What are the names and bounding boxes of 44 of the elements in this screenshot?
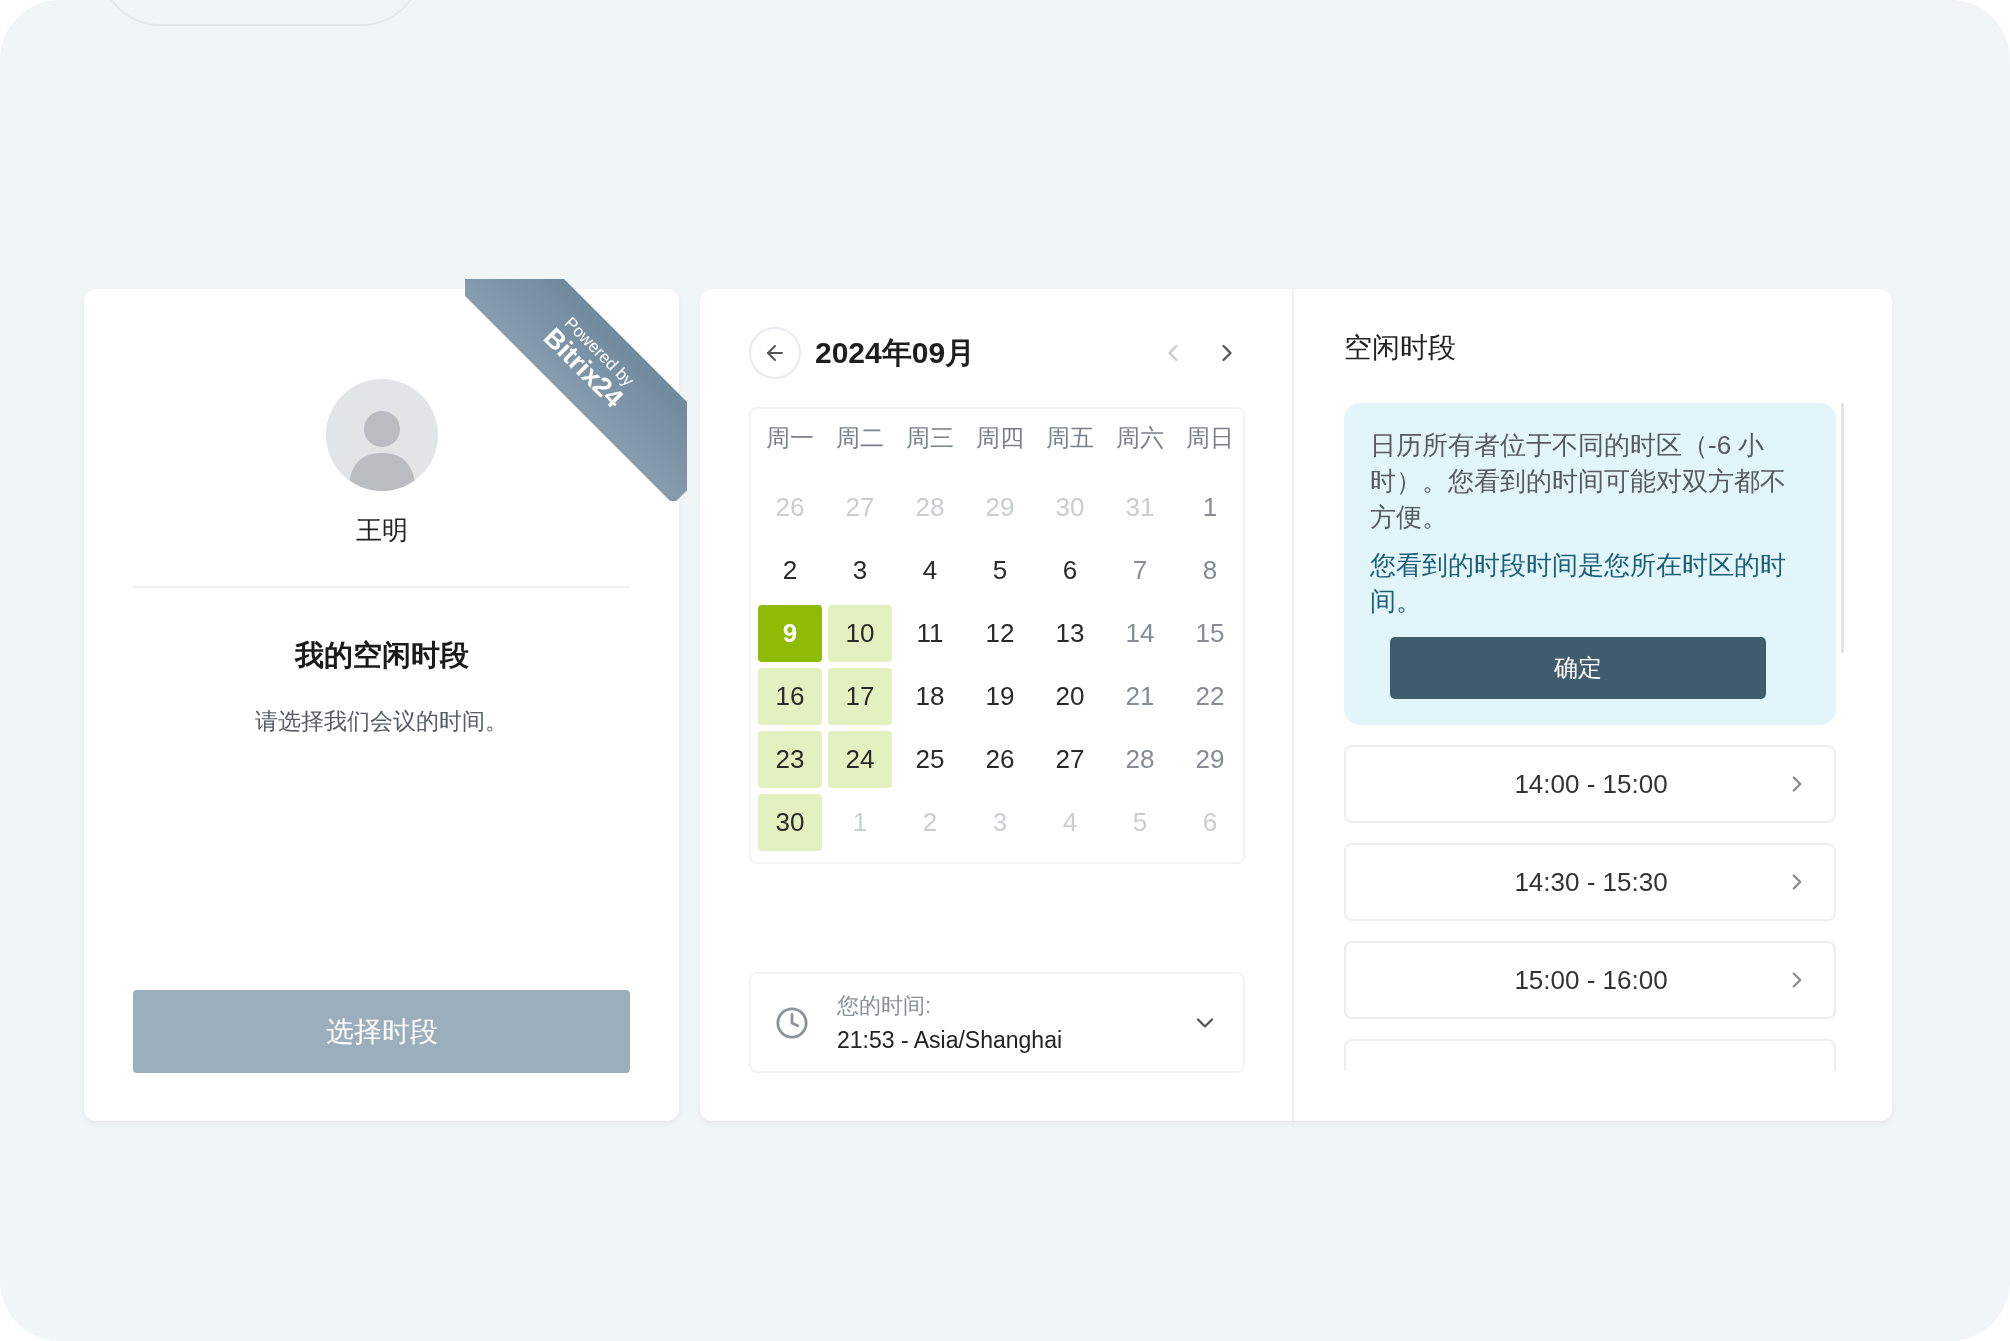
time-slot[interactable]: 15:00 - 16:00 <box>1344 941 1836 1019</box>
weekday-label: 周二 <box>835 423 885 453</box>
card-subtitle: 请选择我们会议的时间。 <box>255 707 508 736</box>
timezone-value: 21:53 - Asia/Shanghai <box>837 1027 1064 1054</box>
time-slot[interactable]: 14:30 - 15:30 <box>1344 843 1836 921</box>
timezone-label: 您的时间: <box>837 992 933 1020</box>
owner-name: 王明 <box>355 514 408 547</box>
back-button[interactable] <box>749 327 801 379</box>
confirm-button[interactable]: 确定 <box>1390 637 1766 699</box>
calendar-day[interactable]: 18 <box>898 668 962 725</box>
slots-title: 空闲时段 <box>1344 331 1457 365</box>
calendar-day[interactable]: 26 <box>968 731 1032 788</box>
calendar-day[interactable]: 6 <box>1038 542 1102 599</box>
weekday-label: 周六 <box>1115 423 1165 453</box>
calendar-day[interactable]: 27 <box>1038 731 1102 788</box>
weekday-label: 周日 <box>1185 423 1235 453</box>
calendar-day[interactable]: 16 <box>758 668 822 725</box>
time-slot[interactable]: 14:00 - 15:00 <box>1344 745 1836 823</box>
notice-highlight: 您看到的时段时间是您所在时区的时间。 <box>1370 549 1786 618</box>
calendar-day[interactable]: 24 <box>828 731 892 788</box>
weekday-label: 周一 <box>765 423 815 453</box>
timezone-dropdown[interactable]: 您的时间: 21:53 - Asia/Shanghai <box>749 972 1245 1073</box>
calendar-day[interactable]: 4 <box>898 542 962 599</box>
calendar-day[interactable]: 20 <box>1038 668 1102 725</box>
calendar-day[interactable]: 30 <box>758 794 822 851</box>
month-title: 2024年09月 <box>815 334 977 371</box>
weekday-label: 周三 <box>905 423 955 453</box>
calendar-day[interactable]: 2 <box>758 542 822 599</box>
calendar-day[interactable]: 23 <box>758 731 822 788</box>
notice-text: 日历所有者位于不同的时区（-6 小时）。您看到的时间可能对双方都不方便。 <box>1370 429 1786 534</box>
clock-icon <box>775 1005 809 1040</box>
calendar-day[interactable]: 10 <box>828 605 892 662</box>
calendar-day[interactable]: 11 <box>898 605 962 662</box>
calendar-day[interactable]: 12 <box>968 605 1032 662</box>
calendar-day[interactable]: 25 <box>898 731 962 788</box>
weekday-label: 周四 <box>975 423 1025 453</box>
card-heading: 我的空闲时段 <box>294 638 469 673</box>
calendar-day[interactable]: 17 <box>828 668 892 725</box>
calendar-day[interactable]: 3 <box>828 542 892 599</box>
weekday-label: 周五 <box>1045 423 1095 453</box>
calendar-day[interactable]: 13 <box>1038 605 1102 662</box>
calendar-day[interactable]: 19 <box>968 668 1032 725</box>
calendar-day[interactable]: 5 <box>968 542 1032 599</box>
scrollbar[interactable] <box>1841 403 1844 653</box>
